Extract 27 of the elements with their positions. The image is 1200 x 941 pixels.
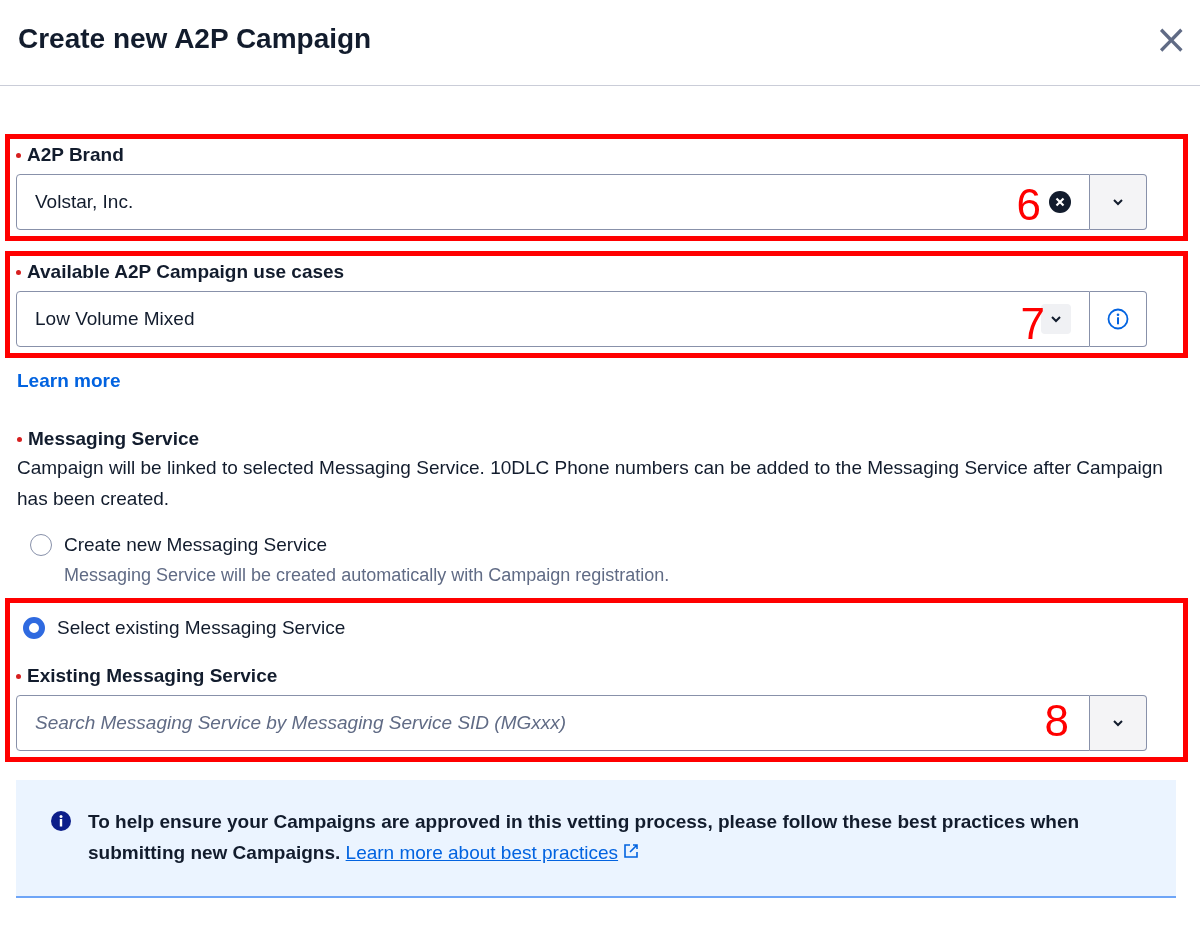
learn-more-link[interactable]: Learn more <box>17 370 121 392</box>
close-button[interactable]: × <box>1150 18 1192 59</box>
field-label: Messaging Service <box>28 428 200 450</box>
field-label: Available A2P Campaign use cases <box>27 261 345 283</box>
info-icon <box>50 810 72 832</box>
option-label: Select existing Messaging Service <box>57 616 346 640</box>
best-practices-link[interactable]: Learn more about best practices <box>345 842 619 863</box>
section-description: Campaign will be linked to selected Messaging Service. 10DLC Phone numbers can be added to the Messaging Service after Campaign has been created. <box>17 456 1164 511</box>
clear-icon[interactable] <box>1049 191 1071 213</box>
option-description: Messaging Service will be created automatically with Campaign registration. <box>64 564 670 587</box>
info-icon <box>1107 308 1129 330</box>
info-button[interactable] <box>1090 291 1147 347</box>
dialog-title: Create new A2P Campaign <box>18 22 372 55</box>
radio-button[interactable] <box>23 617 45 639</box>
caret-icon <box>1050 315 1062 323</box>
annotation-number: 7 <box>1020 302 1045 346</box>
annotation-number: 8 <box>1044 699 1069 743</box>
caret-icon <box>1112 198 1124 206</box>
option-label: Create new Messaging Service <box>64 533 328 557</box>
caret-icon <box>1112 719 1124 727</box>
field-label: Existing Messaging Service <box>27 665 278 687</box>
dropdown-button[interactable] <box>1041 304 1071 334</box>
field-label: A2P Brand <box>27 144 124 166</box>
banner-text: To help ensure your Campaigns are approved in this vetting process, please follow these best practices when submitting new Campaigns. Learn more about best practices <box>88 810 1081 865</box>
external-link-icon <box>623 843 640 859</box>
annotation-number: 6 <box>1016 183 1041 227</box>
radio-button[interactable] <box>30 534 52 556</box>
